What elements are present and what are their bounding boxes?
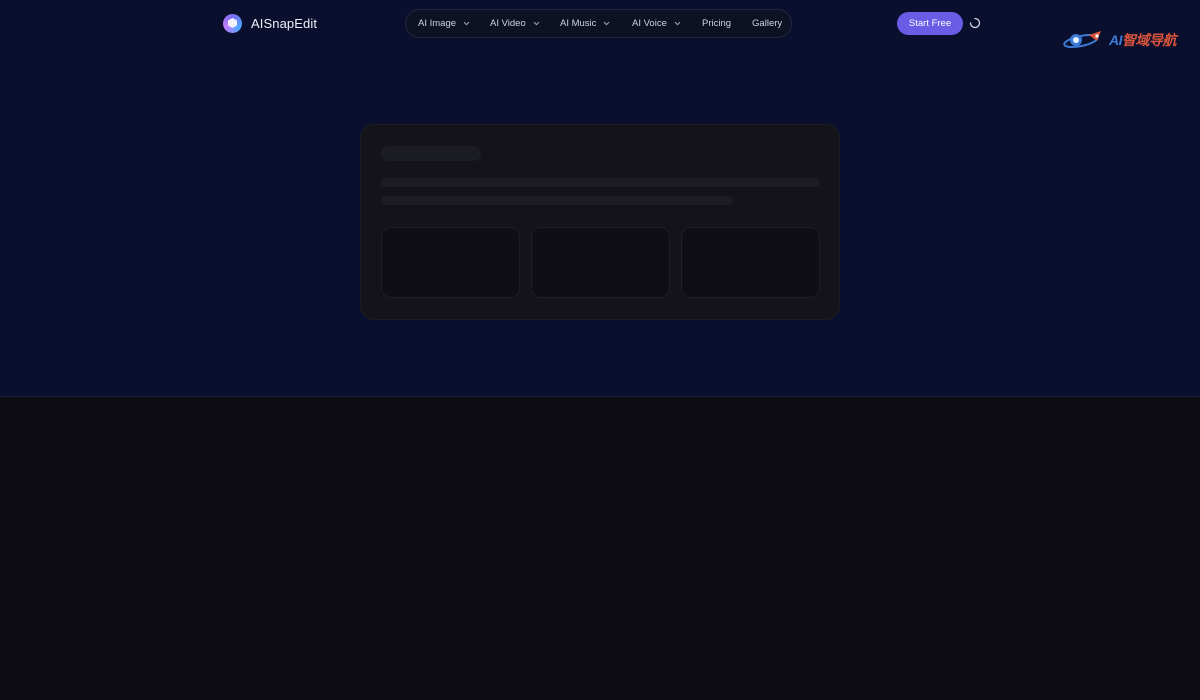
nav-item-label: Pricing <box>702 18 732 29</box>
brand-name: AISnapEdit <box>251 15 318 31</box>
skeleton-tile <box>531 227 670 298</box>
skeleton-title <box>381 146 481 161</box>
nav-item-label: AI Video <box>490 18 526 29</box>
nav-item-label: AI Voice <box>632 18 667 29</box>
nav-item-pricing[interactable]: Pricing <box>702 10 731 37</box>
start-free-button[interactable]: Start Free <box>897 12 963 35</box>
chevron-down-icon <box>463 21 470 26</box>
nav-item-label: AI Image <box>418 18 457 29</box>
nav-item-gallery[interactable]: Gallery <box>752 10 782 37</box>
skeleton-tile <box>681 227 820 298</box>
chevron-down-icon <box>533 21 540 26</box>
skeleton-line <box>381 178 820 187</box>
hexagon-logo-icon <box>223 13 242 33</box>
nav-item-ai-video[interactable]: AI Video <box>490 10 549 37</box>
nav-item-ai-image[interactable]: AI Image <box>418 10 479 37</box>
skeleton-line <box>381 196 733 205</box>
nav-item-label: AI Music <box>560 18 597 29</box>
chevron-down-icon <box>604 21 610 26</box>
nav-item-ai-voice[interactable]: AI Voice <box>632 10 691 37</box>
spinner-icon <box>969 17 981 29</box>
skeleton-tile <box>381 227 520 298</box>
nav-item-ai-music[interactable]: AI Music <box>560 10 621 37</box>
loading-skeleton-card <box>360 124 840 320</box>
chevron-down-icon <box>674 21 681 26</box>
brand-logo[interactable]: AISnapEdit <box>223 13 317 33</box>
nav-item-label: Gallery <box>752 18 783 29</box>
ai-navigation-badge[interactable]: AI智域导航 <box>1061 29 1177 51</box>
badge-label: AI智域导航 <box>1109 32 1177 48</box>
rocket-logo-icon <box>1063 31 1101 49</box>
main-nav: AI Image AI Video AI Music AI Voice Pric… <box>405 9 792 38</box>
site-header: AISnapEdit AI Image AI Video AI Music AI… <box>0 0 1200 48</box>
